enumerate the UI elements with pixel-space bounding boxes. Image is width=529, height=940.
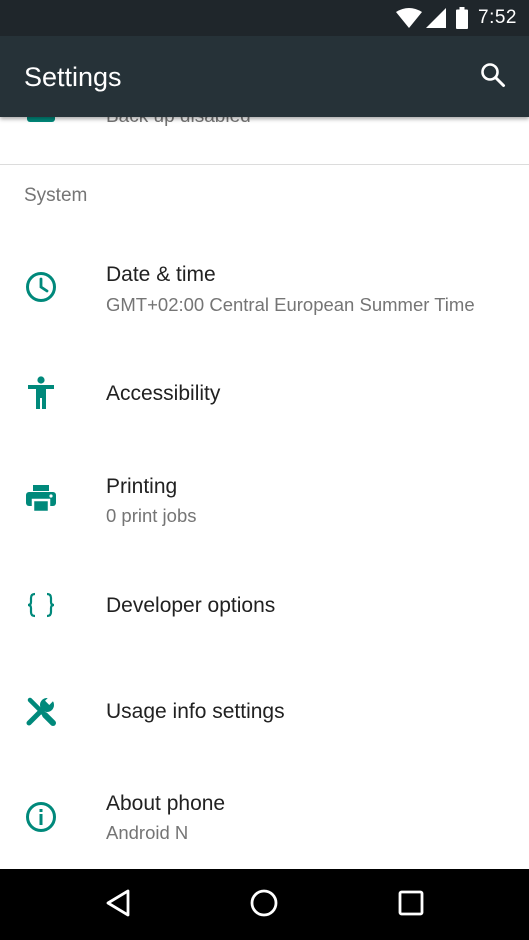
settings-item-subtitle: 0 print jobs: [106, 505, 197, 526]
backup-icon: [25, 117, 57, 123]
printer-icon: [23, 481, 59, 517]
settings-item-developer-options[interactable]: Developer options: [0, 557, 529, 657]
recents-button[interactable]: [389, 883, 433, 927]
settings-item-subtitle: GMT+02:00 Central European Summer Time: [106, 294, 475, 315]
settings-item-title: Printing: [106, 475, 178, 498]
status-bar: 7:52: [0, 0, 529, 36]
braces-icon: [23, 587, 59, 623]
status-time: 7:52: [478, 7, 517, 28]
home-icon: [249, 888, 279, 923]
battery-icon: [456, 7, 469, 29]
settings-item-accessibility[interactable]: Accessibility: [0, 343, 529, 443]
back-button[interactable]: [96, 883, 140, 927]
home-button[interactable]: [242, 883, 286, 927]
settings-item-usage-info[interactable]: Usage info settings: [0, 663, 529, 763]
clock-icon: [23, 269, 59, 305]
system-section-header: System: [24, 185, 88, 206]
info-icon: [23, 799, 59, 835]
settings-item-title: Date & time: [106, 263, 216, 286]
backup-subtitle: Back up disabled: [106, 117, 251, 129]
settings-item-title: About phone: [106, 792, 226, 815]
settings-item-title: Usage info settings: [106, 700, 285, 723]
search-button[interactable]: [477, 61, 509, 93]
back-icon: [104, 888, 132, 923]
page-title: Settings: [24, 62, 122, 92]
app-bar: Settings: [0, 36, 529, 117]
status-icons: 7:52: [396, 0, 517, 36]
settings-list: Back up disabled System Date & time GMT+…: [0, 117, 529, 869]
backup-item[interactable]: Back up disabled: [0, 117, 529, 165]
recents-icon: [398, 890, 424, 921]
settings-item-about-phone[interactable]: About phone Android N: [0, 773, 529, 869]
settings-item-printing[interactable]: Printing 0 print jobs: [0, 455, 529, 555]
signal-icon: [426, 8, 447, 28]
settings-screen: 7:52 Settings Back up disabled System: [0, 0, 529, 940]
settings-item-subtitle: Android N: [106, 822, 189, 843]
settings-item-date-time[interactable]: Date & time GMT+02:00 Central European S…: [0, 237, 529, 337]
navigation-bar: [0, 869, 529, 940]
settings-item-title: Developer options: [106, 594, 276, 617]
search-icon: [480, 62, 506, 93]
wifi-icon: [396, 8, 423, 28]
section-divider: [0, 164, 529, 165]
wrench-icon: [23, 693, 59, 729]
settings-item-title: Accessibility: [106, 382, 221, 405]
accessibility-icon: [23, 375, 59, 411]
